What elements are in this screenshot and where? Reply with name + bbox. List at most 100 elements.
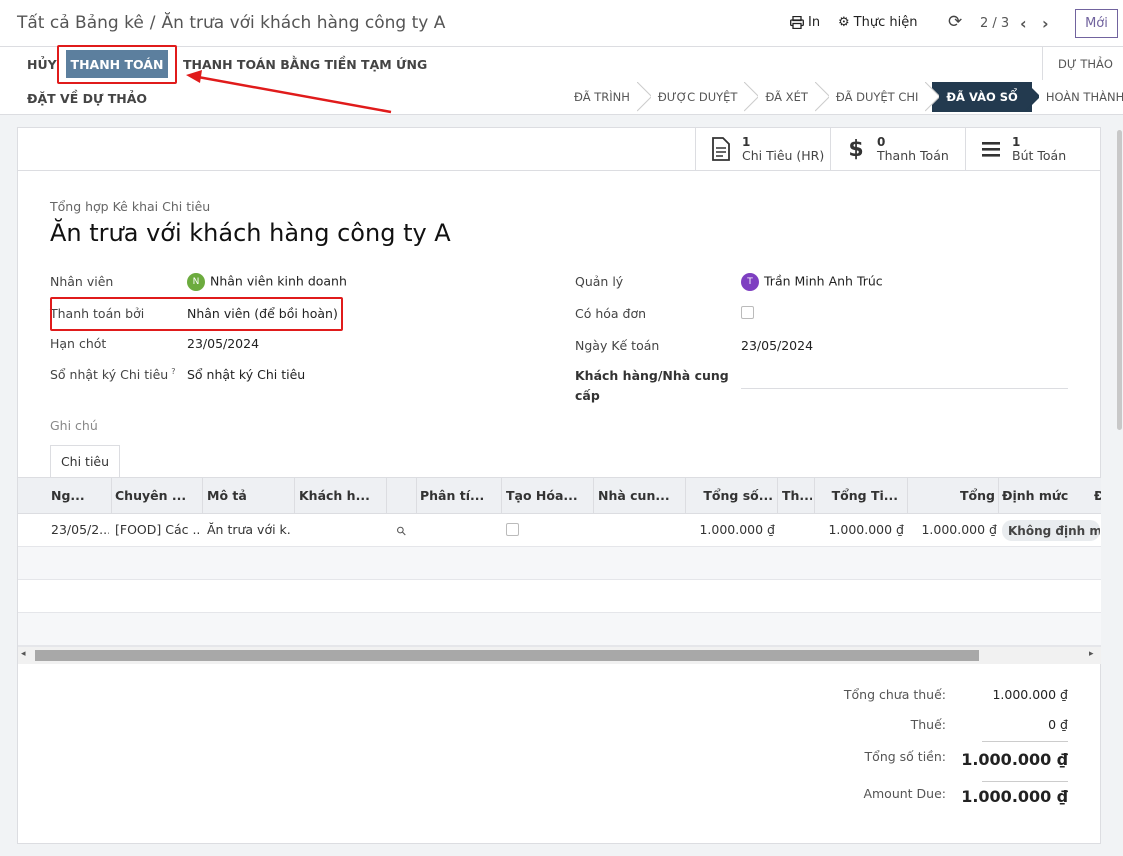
smart-count: 1 (1012, 135, 1021, 149)
reset-draft-button[interactable]: ĐẶT VỀ DỰ THẢO (27, 91, 147, 106)
print-label: In (808, 15, 821, 30)
partner-input[interactable] (741, 388, 1068, 389)
manager-field[interactable]: T Trần Minh Anh Trúc (741, 273, 883, 291)
limit-badge: Không định mức (1002, 520, 1100, 541)
tab-expenses[interactable]: Chi tiêu (50, 445, 120, 478)
has-invoice-label: Có hóa đơn (575, 306, 647, 321)
divider (982, 741, 1068, 742)
avatar: T (741, 273, 759, 291)
stage-reviewed[interactable]: ĐÃ XÉT (751, 82, 821, 112)
column-header-create-invoice[interactable]: Tạo Hóa... (506, 488, 591, 503)
stage-posted[interactable]: ĐÃ VÀO SỔ (932, 82, 1032, 112)
column-header-subtotal[interactable]: Tổng số... (690, 488, 773, 503)
manager-label: Quản lý (575, 274, 624, 289)
column-header-customer[interactable]: Khách h... (299, 488, 384, 503)
notes-field[interactable]: Ghi chú (50, 418, 98, 433)
breadcrumb-current: Ăn trưa với khách hàng công ty A (161, 13, 446, 33)
stage-approved[interactable]: ĐƯỢC DUYỆT (644, 82, 752, 112)
breadcrumb-separator: / (149, 13, 156, 33)
page-title[interactable]: Ăn trưa với khách hàng công ty A (50, 219, 451, 247)
refresh-icon[interactable]: ⟳ (948, 12, 962, 32)
divider (1042, 47, 1043, 80)
cancel-button[interactable]: HỦY (27, 57, 57, 72)
column-header-date[interactable]: Ng... (51, 488, 109, 503)
accounting-date-label: Ngày Kế toán (575, 338, 660, 353)
journal-field[interactable]: Sổ nhật ký Chi tiêu (187, 367, 305, 382)
dollar-icon: $ (848, 136, 864, 162)
column-header-vendor[interactable]: Nhà cun... (598, 488, 683, 503)
divider (501, 478, 502, 513)
smart-button-journal-entries[interactable]: 1 Bút Toán (965, 128, 1100, 170)
employee-label: Nhân viên (50, 274, 114, 289)
chevron-right-icon[interactable]: › (1042, 14, 1049, 33)
column-header-total-tax[interactable]: Tổng Ti... (818, 488, 898, 503)
avatar: N (187, 273, 205, 291)
deadline-field[interactable]: 23/05/2024 (187, 336, 259, 351)
cell-subtotal: 1.000.000 ₫ (699, 522, 775, 537)
smart-label: Bút Toán (1012, 148, 1067, 163)
scroll-right-icon[interactable]: ▸ (1089, 649, 1094, 659)
divider (18, 170, 1100, 171)
action-label: Thực hiện (853, 15, 918, 30)
journal-label: Sổ nhật ký Chi tiêu? (50, 367, 176, 383)
employee-value: Nhân viên kinh doanh (210, 273, 347, 289)
divider (294, 478, 295, 513)
page-scrollbar[interactable] (1117, 130, 1122, 430)
divider (777, 478, 778, 513)
gear-icon: ⚙ (838, 15, 850, 30)
smart-count: 0 (877, 135, 886, 149)
column-header-description[interactable]: Mô tả (207, 488, 292, 503)
breadcrumb-parent[interactable]: Tất cả Bảng kê (17, 13, 144, 33)
total-label: Tổng số tiền: (864, 749, 946, 764)
action-menu-button[interactable]: ⚙ Thực hiện (838, 15, 917, 30)
column-header-analytic[interactable]: Phân tí... (420, 488, 498, 503)
column-header-category[interactable]: Chuyên ... (115, 488, 200, 503)
stage-done[interactable]: HOÀN THÀNH (1032, 82, 1123, 112)
stage-submitted[interactable]: ĐÃ TRÌNH (560, 82, 644, 112)
amount-due-value: 1.000.000 ₫ (961, 787, 1068, 806)
new-button[interactable]: Mới (1075, 9, 1118, 38)
partner-label: Khách hàng/Nhà cung (575, 368, 729, 383)
cell-total-tax: 1.000.000 ₫ (828, 522, 904, 537)
chevron-left-icon[interactable]: ‹ (1020, 14, 1027, 33)
table-row-empty (18, 580, 1101, 613)
cell-total: 1.000.000 ₫ (921, 522, 997, 537)
scroll-left-icon[interactable]: ◂ (21, 649, 26, 659)
annotation-arrow (186, 70, 392, 114)
breadcrumb: Tất cả Bảng kê / Ăn trưa với khách hàng cô… (17, 13, 445, 33)
accounting-date-field[interactable]: 23/05/2024 (741, 338, 813, 353)
tax-value: 0 ₫ (1048, 717, 1068, 732)
form-subtitle: Tổng hợp Kê khai Chi tiêu (50, 199, 211, 214)
create-invoice-checkbox[interactable] (506, 523, 519, 536)
print-button[interactable]: In (790, 15, 820, 30)
pager-value[interactable]: 2 / 3 (980, 16, 1009, 31)
smart-label: Thanh Toán (877, 148, 949, 163)
employee-field[interactable]: N Nhân viên kinh doanh (187, 273, 347, 291)
divider (982, 781, 1068, 782)
column-header-limit[interactable]: Định mức (1002, 488, 1092, 503)
divider (202, 478, 203, 513)
column-header-tax[interactable]: Th... (782, 488, 812, 503)
help-icon[interactable]: ? (171, 367, 175, 376)
smart-button-expenses[interactable]: 1 Chi Tiêu (HR) (695, 128, 830, 170)
column-header-extra[interactable]: Đ (1094, 488, 1101, 503)
has-invoice-checkbox[interactable] (741, 306, 754, 319)
list-icon (982, 142, 1000, 157)
stage-payment-approved[interactable]: ĐÃ DUYỆT CHI (822, 82, 933, 112)
untaxed-value: 1.000.000 ₫ (992, 687, 1068, 702)
smart-count: 1 (742, 135, 751, 149)
status-draft: DỰ THẢO (1058, 57, 1113, 71)
divider (416, 478, 417, 513)
column-header-total[interactable]: Tổng (911, 488, 995, 503)
scrollbar-thumb[interactable] (35, 650, 979, 661)
smart-label: Chi Tiêu (HR) (742, 148, 825, 163)
divider (814, 478, 815, 513)
total-value: 1.000.000 ₫ (961, 750, 1068, 769)
smart-button-payments[interactable]: $ 0 Thanh Toán (830, 128, 965, 170)
divider (907, 478, 908, 513)
divider (998, 478, 999, 513)
table-row-empty (18, 547, 1101, 580)
deadline-label: Hạn chót (50, 336, 107, 351)
cell-date: 23/05/2... (51, 522, 109, 537)
partner-label-cont: cấp (575, 388, 600, 403)
